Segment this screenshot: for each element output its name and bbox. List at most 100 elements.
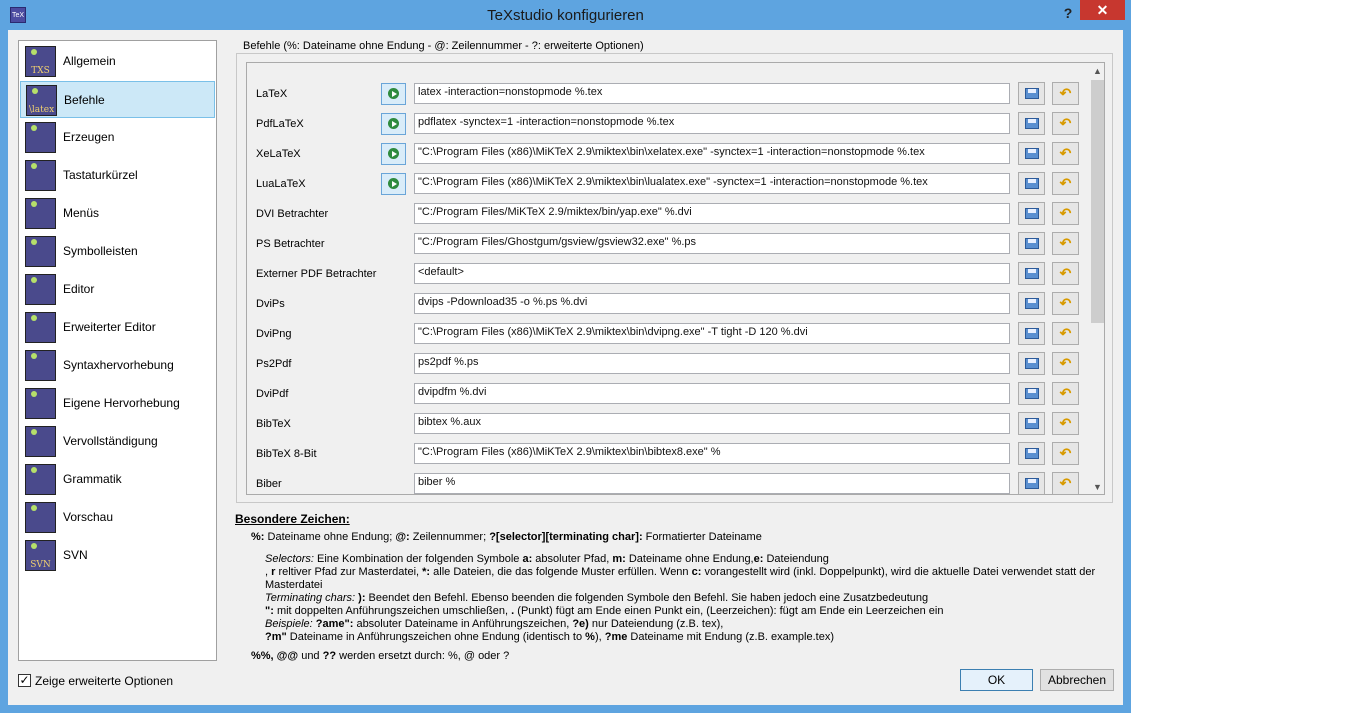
command-input[interactable]: bibtex %.aux <box>414 413 1010 434</box>
reset-default-icon[interactable]: ↶ <box>1052 292 1079 315</box>
open-file-button[interactable] <box>1018 232 1045 255</box>
sidebar-item-label: Allgemein <box>63 54 116 68</box>
reset-default-icon[interactable]: ↶ <box>1052 352 1079 375</box>
help-heading: Besondere Zeichen: <box>235 512 350 526</box>
run-command-icon[interactable] <box>381 113 406 135</box>
reset-default-icon[interactable]: ↶ <box>1052 412 1079 435</box>
command-label: LuaLaTeX <box>256 178 306 190</box>
command-row: Biber biber % ↶ <box>247 470 1087 494</box>
sidebar-item-label: Vorschau <box>63 510 114 524</box>
open-file-button[interactable] <box>1018 142 1045 165</box>
command-input[interactable]: "C:\Program Files (x86)\MiKTeX 2.9\mikte… <box>414 143 1010 164</box>
sidebar-item-label: Tastaturkürzel <box>63 168 138 182</box>
category-icon <box>25 274 56 305</box>
reset-default-icon[interactable]: ↶ <box>1052 232 1079 255</box>
category-icon: SVN <box>25 540 56 571</box>
category-icon <box>25 350 56 381</box>
commands-scrollbar[interactable]: ▲ ▼ <box>1089 63 1104 494</box>
sidebar-item-syntaxhervorhebung[interactable]: Syntaxhervorhebung <box>20 347 215 384</box>
open-file-button[interactable] <box>1018 202 1045 225</box>
reset-default-icon[interactable]: ↶ <box>1052 322 1079 345</box>
reset-default-icon[interactable]: ↶ <box>1052 472 1079 494</box>
run-command-icon[interactable] <box>381 173 406 195</box>
title-bar[interactable]: TeX TeXstudio konfigurieren ? ✕ <box>0 0 1131 30</box>
sidebar-item-label: Editor <box>63 282 95 296</box>
command-input[interactable]: "C:\Program Files (x86)\MiKTeX 2.9\mikte… <box>414 173 1010 194</box>
command-input[interactable]: latex -interaction=nonstopmode %.tex <box>414 83 1010 104</box>
command-row: LaTeX latex -interaction=nonstopmode %.te… <box>247 80 1087 110</box>
sidebar-item-label: Symbolleisten <box>63 244 138 258</box>
sidebar-item-befehle[interactable]: \latex Befehle <box>20 81 215 118</box>
reset-default-icon[interactable]: ↶ <box>1052 262 1079 285</box>
scroll-thumb[interactable] <box>1091 80 1104 323</box>
open-file-button[interactable] <box>1018 472 1045 494</box>
category-icon <box>25 388 56 419</box>
sidebar-item-erzeugen[interactable]: Erzeugen <box>20 119 215 156</box>
open-file-button[interactable] <box>1018 352 1045 375</box>
open-file-button[interactable] <box>1018 292 1045 315</box>
open-file-button[interactable] <box>1018 262 1045 285</box>
category-list: TXS Allgemein \latex Befehle Erzeugen Tastatu… <box>18 40 217 661</box>
command-input[interactable]: pdflatex -synctex=1 -interaction=nonstop… <box>414 113 1010 134</box>
reset-default-icon[interactable]: ↶ <box>1052 202 1079 225</box>
sidebar-item-svn[interactable]: SVN SVN <box>20 537 215 574</box>
command-input[interactable]: <default> <box>414 263 1010 284</box>
command-input[interactable]: dvips -Pdownload35 -o %.ps %.dvi <box>414 293 1010 314</box>
open-file-button[interactable] <box>1018 322 1045 345</box>
category-icon: \latex <box>26 85 57 116</box>
run-command-icon[interactable] <box>381 143 406 165</box>
category-icon <box>25 198 56 229</box>
command-row: DviPng "C:\Program Files (x86)\MiKTeX 2.9… <box>247 320 1087 350</box>
open-file-button[interactable] <box>1018 442 1045 465</box>
reset-default-icon[interactable]: ↶ <box>1052 142 1079 165</box>
command-label: DviPs <box>256 298 285 310</box>
close-icon: ✕ <box>1096 2 1109 18</box>
cancel-button[interactable]: Abbrechen <box>1040 669 1114 691</box>
sidebar-item-label: Erzeugen <box>63 130 115 144</box>
command-input[interactable]: "C:\Program Files (x86)\MiKTeX 2.9\mikte… <box>414 443 1010 464</box>
open-file-button[interactable] <box>1018 112 1045 135</box>
sidebar-item-tastaturkürzel[interactable]: Tastaturkürzel <box>20 157 215 194</box>
help-button[interactable]: ? <box>1058 4 1078 22</box>
command-input[interactable]: "C:\Program Files (x86)\MiKTeX 2.9\mikte… <box>414 323 1010 344</box>
config-window: TeX TeXstudio konfigurieren ? ✕ TXS Allge… <box>0 0 1131 713</box>
command-row: DviPdf dvipdfm %.dvi ↶ <box>247 380 1087 410</box>
open-file-button[interactable] <box>1018 412 1045 435</box>
sidebar-item-label: Grammatik <box>63 472 122 486</box>
reset-default-icon[interactable]: ↶ <box>1052 382 1079 405</box>
close-button[interactable]: ✕ <box>1080 0 1125 20</box>
sidebar-item-editor[interactable]: Editor <box>20 271 215 308</box>
command-label: XeLaTeX <box>256 148 301 160</box>
scroll-down-icon[interactable]: ▼ <box>1089 479 1104 494</box>
command-input[interactable]: biber % <box>414 473 1010 494</box>
open-file-button[interactable] <box>1018 382 1045 405</box>
sidebar-item-eigene-hervorhebung[interactable]: Eigene Hervorhebung <box>20 385 215 422</box>
sidebar-item-vervollständigung[interactable]: Vervollständigung <box>20 423 215 460</box>
help-line-selectors-3: Masterdatei <box>265 579 323 591</box>
command-input[interactable]: dvipdfm %.dvi <box>414 383 1010 404</box>
category-icon <box>25 122 56 153</box>
sidebar-item-label: Erweiterter Editor <box>63 320 156 334</box>
open-file-button[interactable] <box>1018 172 1045 195</box>
sidebar-item-symbolleisten[interactable]: Symbolleisten <box>20 233 215 270</box>
sidebar-item-grammatik[interactable]: Grammatik <box>20 461 215 498</box>
ok-button[interactable]: OK <box>960 669 1033 691</box>
run-command-icon[interactable] <box>381 83 406 105</box>
reset-default-icon[interactable]: ↶ <box>1052 112 1079 135</box>
sidebar-item-erweiterter-editor[interactable]: Erweiterter Editor <box>20 309 215 346</box>
reset-default-icon[interactable]: ↶ <box>1052 82 1079 105</box>
command-input[interactable]: ps2pdf %.ps <box>414 353 1010 374</box>
sidebar-item-allgemein[interactable]: TXS Allgemein <box>20 43 215 80</box>
command-input[interactable]: "C:/Program Files/Ghostgum/gsview/gsview… <box>414 233 1010 254</box>
help-line-terminating-2: ": mit doppelten Anführungszeichen umsch… <box>265 605 944 617</box>
open-file-button[interactable] <box>1018 82 1045 105</box>
command-input[interactable]: "C:/Program Files/MiKTeX 2.9/miktex/bin/… <box>414 203 1010 224</box>
advanced-options-checkbox[interactable]: ✓ <box>18 674 31 687</box>
reset-default-icon[interactable]: ↶ <box>1052 172 1079 195</box>
sidebar-item-menüs[interactable]: Menüs <box>20 195 215 232</box>
scroll-up-icon[interactable]: ▲ <box>1089 63 1104 80</box>
command-row: BibTeX bibtex %.aux ↶ <box>247 410 1087 440</box>
sidebar-item-vorschau[interactable]: Vorschau <box>20 499 215 536</box>
help-line-selectors-2: , r reltiver Pfad zur Masterdatei, *: al… <box>265 566 1096 578</box>
reset-default-icon[interactable]: ↶ <box>1052 442 1079 465</box>
